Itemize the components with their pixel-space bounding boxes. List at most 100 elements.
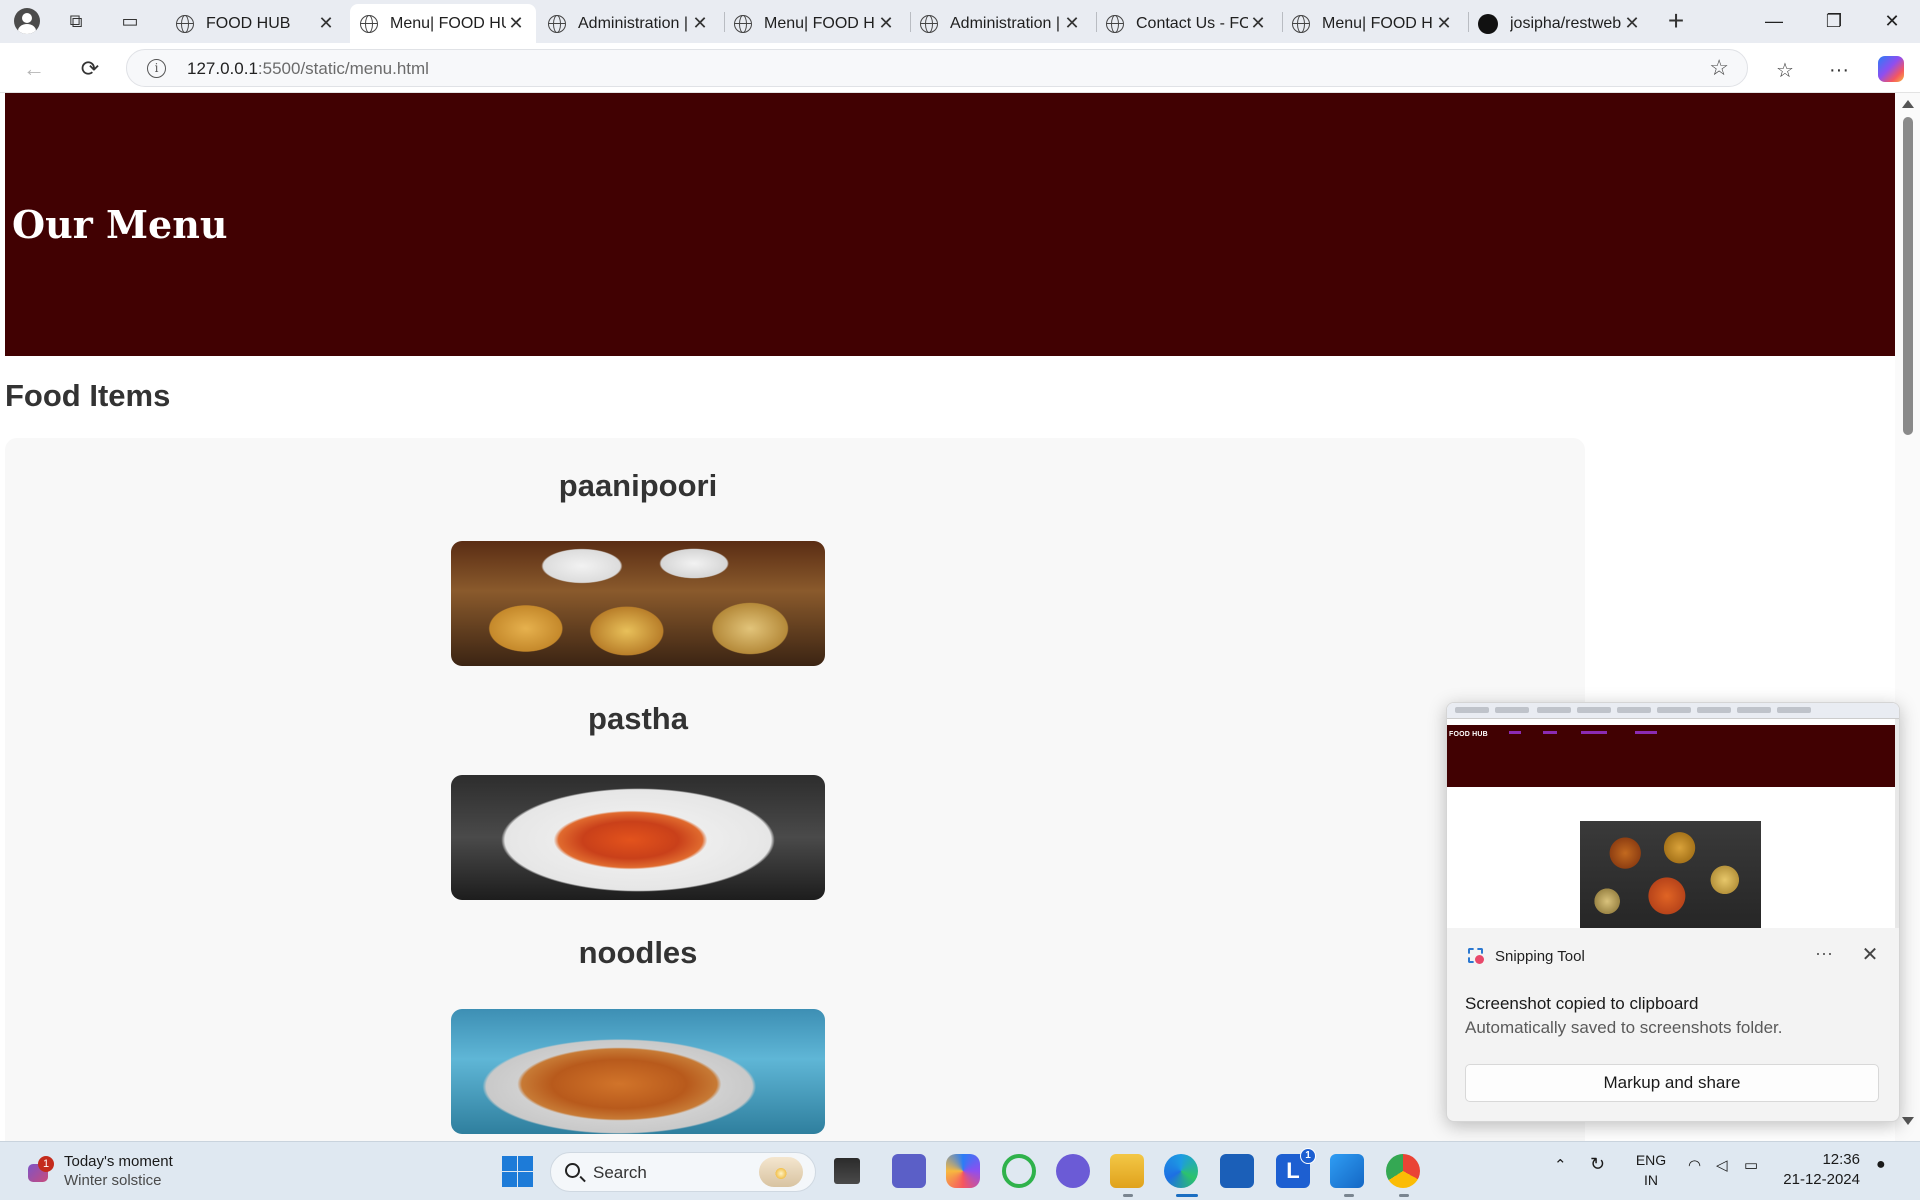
weather-widget[interactable]: 1 Today's moment Winter solstice bbox=[26, 1152, 173, 1190]
scroll-up-arrow-icon[interactable] bbox=[1902, 100, 1914, 108]
refresh-button[interactable]: ⟳ bbox=[74, 53, 106, 85]
more-options-icon[interactable]: ··· bbox=[1824, 55, 1854, 85]
tab-food-hub[interactable]: FOOD HUB ✕ bbox=[166, 4, 346, 43]
tool-app-icon[interactable] bbox=[1056, 1154, 1090, 1188]
thumbnail-hero bbox=[1447, 725, 1897, 787]
globe-icon bbox=[548, 14, 566, 33]
tab-menu-active[interactable]: Menu| FOOD HUB ✕ bbox=[350, 4, 536, 43]
snipping-tool-icon bbox=[1467, 947, 1485, 965]
food-image-noodles bbox=[451, 1009, 825, 1134]
copilot-app-icon[interactable] bbox=[946, 1154, 980, 1188]
system-clock[interactable]: 12:36 21-12-2024 bbox=[1776, 1150, 1860, 1190]
globe-icon bbox=[1292, 14, 1310, 33]
profile-button[interactable] bbox=[10, 6, 44, 36]
taskbar-search[interactable]: Search bbox=[550, 1152, 816, 1192]
region-code: IN bbox=[1644, 1172, 1658, 1188]
tab-close-icon[interactable]: ✕ bbox=[690, 13, 710, 34]
file-explorer-icon[interactable] bbox=[1110, 1154, 1144, 1188]
thumbnail-tabbar bbox=[1447, 703, 1899, 719]
scroll-down-arrow-icon[interactable] bbox=[1902, 1117, 1914, 1125]
search-highlight-icon bbox=[759, 1157, 803, 1187]
close-window-button[interactable]: ✕ bbox=[1864, 0, 1920, 43]
weather-subtitle: Winter solstice bbox=[64, 1172, 162, 1189]
thumbnail-food-image bbox=[1580, 821, 1761, 928]
volume-icon[interactable]: ◁ bbox=[1716, 1156, 1728, 1174]
toast-app-name: Snipping Tool bbox=[1495, 947, 1585, 965]
tab-close-icon[interactable]: ✕ bbox=[316, 13, 336, 34]
tab-menu-3[interactable]: Menu| FOOD HUB ✕ bbox=[1282, 4, 1464, 43]
address-bar-row: ← ⟳ i 127.0.0.1:5500/static/menu.html ☆ … bbox=[0, 43, 1920, 93]
tab-title: FOOD HUB bbox=[206, 14, 291, 32]
screenshot-thumbnail[interactable]: FOOD HUB bbox=[1447, 703, 1899, 928]
globe-icon bbox=[920, 14, 938, 33]
teams-icon[interactable] bbox=[892, 1154, 926, 1188]
wifi-icon[interactable]: ◠ bbox=[1688, 1156, 1701, 1174]
running-indicator bbox=[1344, 1194, 1354, 1197]
chrome-icon[interactable] bbox=[1386, 1154, 1420, 1188]
clock-time: 12:36 bbox=[1822, 1151, 1860, 1168]
notification-bell-icon[interactable]: ● bbox=[1876, 1156, 1886, 1174]
new-tab-button[interactable]: + bbox=[1660, 6, 1692, 38]
task-view-icon[interactable] bbox=[834, 1158, 860, 1184]
globe-icon bbox=[1106, 14, 1124, 33]
tab-close-icon[interactable]: ✕ bbox=[1622, 13, 1642, 34]
scroll-thumb[interactable] bbox=[1903, 117, 1913, 435]
tab-menu-2[interactable]: Menu| FOOD HUB ✕ bbox=[724, 4, 906, 43]
tab-title: Administration | bbox=[578, 14, 688, 32]
back-button[interactable]: ← bbox=[18, 53, 50, 85]
tab-contact[interactable]: Contact Us - FOOD HUB ✕ bbox=[1096, 4, 1278, 43]
toast-close-button[interactable]: ✕ bbox=[1855, 941, 1885, 971]
tab-close-icon[interactable]: ✕ bbox=[506, 13, 526, 34]
tab-title: Contact Us - FOOD HUB bbox=[1136, 14, 1248, 32]
minimize-button[interactable]: — bbox=[1746, 0, 1802, 43]
show-hidden-icons[interactable]: ⌃ bbox=[1554, 1156, 1567, 1174]
tab-close-icon[interactable]: ✕ bbox=[1248, 13, 1268, 34]
sync-status-icon[interactable]: ↻ bbox=[1590, 1154, 1605, 1175]
food-items-card: paanipoori pastha noodles bbox=[5, 438, 1585, 1141]
tab-close-icon[interactable]: ✕ bbox=[876, 13, 896, 34]
favorites-icon[interactable]: ☆ bbox=[1770, 55, 1800, 85]
tab-title: Administration | bbox=[950, 14, 1060, 32]
l-app-icon[interactable]: L1 bbox=[1276, 1148, 1316, 1188]
clock-date: 21-12-2024 bbox=[1783, 1171, 1860, 1188]
store-icon[interactable] bbox=[1220, 1154, 1254, 1188]
tab-close-icon[interactable]: ✕ bbox=[1434, 13, 1454, 34]
language-code: ENG bbox=[1635, 1152, 1667, 1168]
sync-app-icon[interactable] bbox=[1002, 1154, 1036, 1188]
snipping-tool-notification[interactable]: FOOD HUB Snipping Tool ··· ✕ Screenshot … bbox=[1446, 702, 1900, 1122]
section-title: Food Items bbox=[5, 378, 171, 413]
markup-and-share-button[interactable]: Markup and share bbox=[1465, 1064, 1879, 1102]
tab-administration[interactable]: Administration | ✕ bbox=[538, 4, 720, 43]
tab-title: Menu| FOOD HUB bbox=[390, 14, 506, 32]
site-info-icon[interactable]: i bbox=[147, 59, 166, 78]
restore-button[interactable]: ❐ bbox=[1806, 0, 1862, 43]
favorite-star-icon[interactable]: ☆ bbox=[1709, 55, 1729, 81]
vscode-icon[interactable] bbox=[1330, 1154, 1364, 1188]
workspaces-icon[interactable]: ⧉ bbox=[62, 8, 90, 34]
food-name-paanipoori: paanipoori bbox=[558, 468, 718, 503]
url-text[interactable]: 127.0.0.1:5500/static/menu.html bbox=[187, 59, 429, 79]
edge-icon[interactable] bbox=[1164, 1154, 1198, 1188]
tab-title: josipha/restweb bbox=[1510, 14, 1622, 32]
running-indicator bbox=[1123, 1194, 1133, 1197]
tab-close-icon[interactable]: ✕ bbox=[1062, 13, 1082, 34]
food-image-pastha bbox=[451, 775, 825, 900]
language-indicator[interactable]: ENG IN bbox=[1634, 1150, 1668, 1190]
l-app-badge: 1 bbox=[1300, 1148, 1316, 1164]
browser-tab-bar: ⧉ ▭ FOOD HUB ✕ Menu| FOOD HUB ✕ Administ… bbox=[0, 0, 1920, 43]
toast-more-button[interactable]: ··· bbox=[1809, 941, 1839, 971]
running-indicator bbox=[1399, 1194, 1409, 1197]
start-button[interactable] bbox=[500, 1154, 534, 1188]
tab-administration-2[interactable]: Administration | ✕ bbox=[910, 4, 1092, 43]
tab-github[interactable]: josipha/restweb ✕ bbox=[1468, 4, 1652, 43]
battery-icon[interactable]: ▭ bbox=[1744, 1156, 1758, 1174]
tab-actions-icon[interactable]: ▭ bbox=[116, 8, 144, 34]
thumbnail-scrollbar bbox=[1895, 719, 1899, 928]
url-field[interactable]: i 127.0.0.1:5500/static/menu.html ☆ bbox=[126, 49, 1748, 87]
tab-title: Menu| FOOD HUB bbox=[764, 14, 876, 32]
widgets-badge: 1 bbox=[38, 1156, 54, 1172]
copilot-icon[interactable] bbox=[1878, 56, 1904, 82]
food-name-pastha: pastha bbox=[588, 701, 688, 736]
hero-banner: Our Menu bbox=[5, 93, 1895, 356]
active-indicator bbox=[1176, 1194, 1198, 1197]
